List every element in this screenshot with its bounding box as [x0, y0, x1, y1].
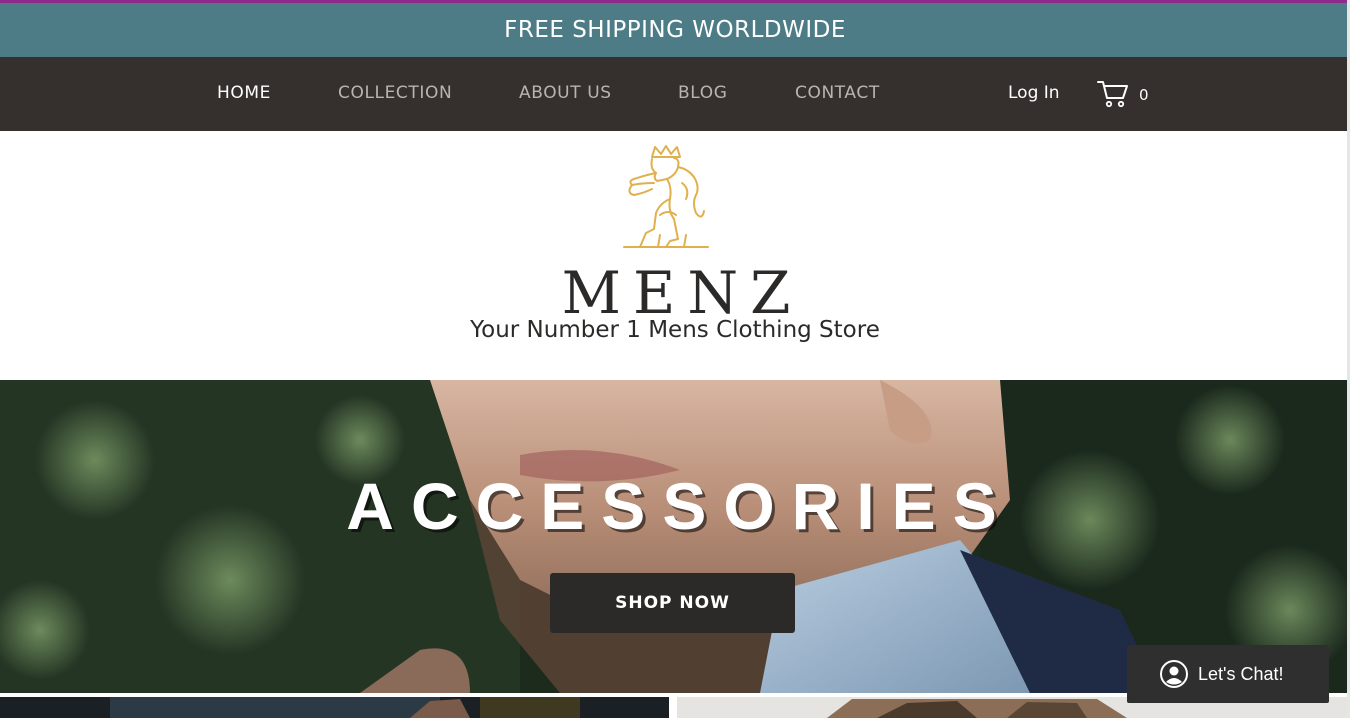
chat-label: Let's Chat!	[1198, 664, 1284, 684]
nav-item-about-us[interactable]: ABOUT US	[519, 83, 612, 103]
cart-icon	[1097, 81, 1128, 108]
user-avatar-icon	[1160, 660, 1188, 688]
brand-header: MENZ Your Number 1 Mens Clothing Store	[0, 131, 1350, 380]
hero-title: ACCESSORIES	[346, 469, 1014, 543]
shop-now-label: SHOP NOW	[615, 593, 730, 613]
tile-left-image	[0, 697, 669, 718]
shop-now-button[interactable]: SHOP NOW	[550, 573, 795, 633]
nav-item-blog[interactable]: BLOG	[678, 83, 727, 103]
main-navigation: HOME COLLECTION ABOUT US BLOG CONTACT Lo…	[0, 57, 1350, 131]
brand-tagline: Your Number 1 Mens Clothing Store	[470, 317, 880, 343]
cart-button[interactable]: 0	[1097, 79, 1157, 109]
chat-button[interactable]: Let's Chat!	[1127, 645, 1329, 703]
promo-text: FREE SHIPPING WORLDWIDE	[504, 17, 846, 43]
nav-item-home[interactable]: HOME	[217, 83, 271, 103]
crowned-lion-icon[interactable]	[620, 143, 712, 253]
cart-count: 0	[1139, 86, 1149, 104]
nav-item-contact[interactable]: CONTACT	[795, 83, 880, 103]
collection-tile-left[interactable]	[0, 697, 669, 718]
promo-banner: FREE SHIPPING WORLDWIDE	[0, 3, 1350, 57]
login-link[interactable]: Log In	[1008, 83, 1060, 103]
nav-item-collection[interactable]: COLLECTION	[338, 83, 452, 103]
